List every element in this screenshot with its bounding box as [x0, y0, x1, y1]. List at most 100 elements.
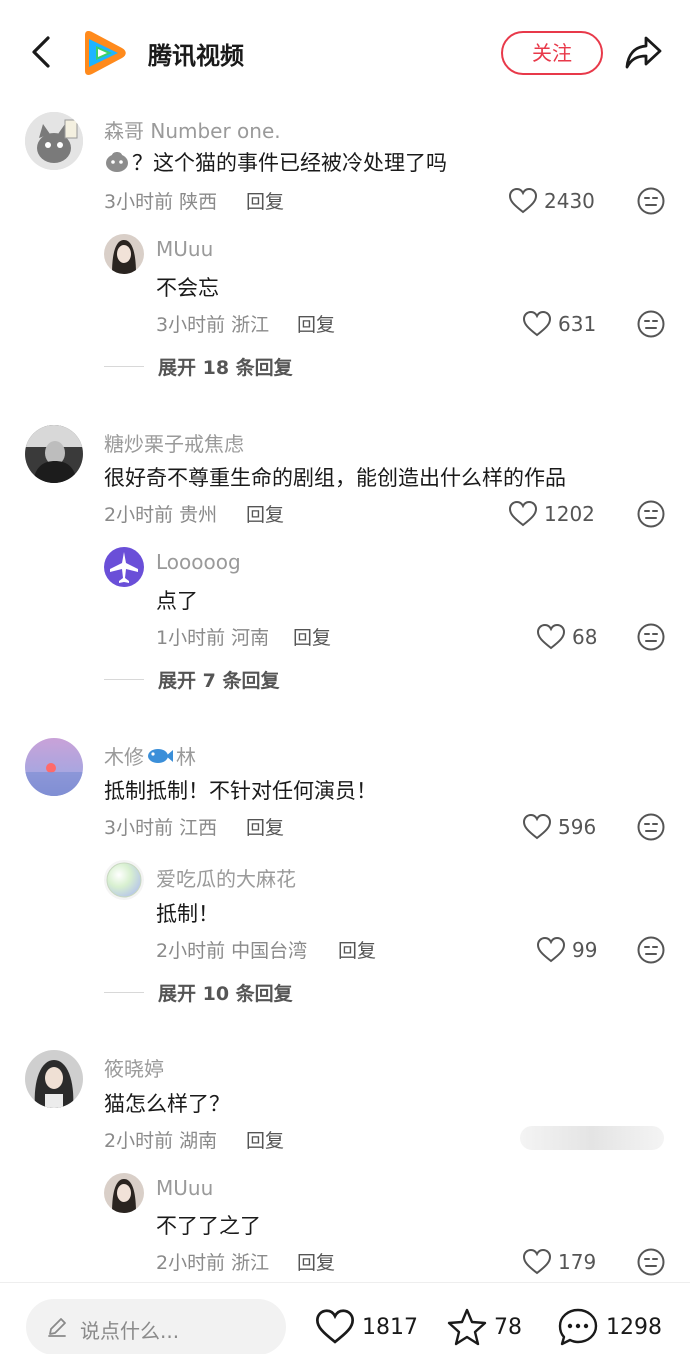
- like-button[interactable]: 2430: [508, 186, 595, 216]
- avatar[interactable]: [25, 112, 83, 170]
- reply-button[interactable]: 回复: [246, 813, 284, 840]
- person-avatar-icon: [104, 1173, 144, 1213]
- reply-meta: 3小时前 浙江: [156, 314, 270, 336]
- comment-meta: 2小时前 贵州: [104, 504, 218, 526]
- person-avatar-icon: [25, 425, 83, 483]
- username-part: 林: [176, 745, 196, 769]
- comment-text: ？这个猫的事件已经被冷处理了吗: [132, 151, 447, 175]
- bubble-avatar-icon: [104, 860, 144, 900]
- heart-icon: [522, 813, 552, 840]
- reply-meta: 1小时前 河南: [156, 627, 270, 649]
- like-button[interactable]: 179: [522, 1247, 596, 1277]
- comment-bubble-icon: [558, 1308, 598, 1346]
- back-arrow-icon[interactable]: [24, 32, 60, 72]
- comment-total-count: 1298: [606, 1314, 662, 1340]
- comment-input[interactable]: 说点什么...: [26, 1299, 286, 1354]
- reply-avatar[interactable]: [104, 547, 144, 587]
- divider: [104, 365, 144, 367]
- like-count: 1202: [544, 502, 595, 526]
- comment-meta: 2小时前 湖南: [104, 1130, 218, 1152]
- app-logo[interactable]: [78, 26, 132, 80]
- like-count: 2430: [544, 189, 595, 213]
- reply-button[interactable]: 回复: [338, 936, 376, 963]
- airplane-avatar-icon: [104, 547, 144, 587]
- loading-placeholder: [520, 1126, 664, 1150]
- avatar[interactable]: [25, 1050, 83, 1108]
- reply-button[interactable]: 回复: [297, 1248, 335, 1275]
- heart-icon: [536, 936, 566, 963]
- dislike-face-icon[interactable]: [636, 622, 666, 652]
- comment-text: 抵制抵制！不针对任何演员！: [104, 779, 377, 803]
- expand-replies-label: 展开 18 条回复: [158, 356, 293, 379]
- divider: [104, 678, 144, 680]
- like-button[interactable]: 99: [536, 935, 597, 965]
- follow-button[interactable]: 关注: [501, 31, 603, 75]
- heart-icon: [536, 623, 566, 650]
- comment-text: 很好奇不尊重生命的剧组，能创造出什么样的作品: [104, 466, 566, 490]
- comment-total-button[interactable]: 1298: [556, 1307, 662, 1347]
- reply-username[interactable]: Looooog: [156, 550, 241, 574]
- reply-meta: 2小时前 中国台湾: [156, 940, 308, 962]
- dislike-face-icon[interactable]: [636, 186, 666, 216]
- pencil-icon: [48, 1318, 66, 1337]
- reply-avatar[interactable]: [104, 1173, 144, 1213]
- expand-replies-button[interactable]: 展开 10 条回复: [104, 978, 293, 1006]
- reply-text: 不了了之了: [156, 1214, 261, 1238]
- avatar[interactable]: [25, 425, 83, 483]
- comment-meta: 3小时前 陕西: [104, 191, 218, 213]
- dislike-face-icon[interactable]: [636, 309, 666, 339]
- like-total-button[interactable]: 1817: [314, 1307, 418, 1347]
- dislike-face-icon[interactable]: [636, 1247, 666, 1277]
- reply-username[interactable]: MUuu: [156, 237, 213, 261]
- reply-username[interactable]: MUuu: [156, 1176, 213, 1200]
- dislike-face-icon[interactable]: [636, 499, 666, 529]
- reply-button[interactable]: 回复: [297, 310, 335, 337]
- share-icon[interactable]: [622, 32, 666, 72]
- like-total-count: 1817: [362, 1314, 418, 1340]
- like-button[interactable]: 631: [522, 309, 596, 339]
- reply-avatar[interactable]: [104, 234, 144, 274]
- person-avatar-icon: [25, 1050, 83, 1108]
- comment-input-placeholder: 说点什么...: [80, 1319, 180, 1343]
- dislike-face-icon[interactable]: [636, 935, 666, 965]
- reply-meta: 2小时前 浙江: [156, 1252, 270, 1274]
- person-avatar-icon: [104, 234, 144, 274]
- cat-avatar-icon: [25, 112, 83, 170]
- comment-username[interactable]: 木修 林: [104, 741, 196, 770]
- heart-icon: [508, 500, 538, 527]
- reply-text: 不会忘: [156, 276, 219, 300]
- comment-username[interactable]: 森哥 Number one.: [104, 115, 281, 144]
- comment-username[interactable]: 糖炒栗子戒焦虑: [104, 428, 244, 457]
- reply-button[interactable]: 回复: [246, 187, 284, 214]
- comment-username[interactable]: 筱晓婷: [104, 1053, 164, 1082]
- like-button[interactable]: 68: [536, 622, 597, 652]
- reply-avatar[interactable]: [104, 860, 144, 900]
- like-button[interactable]: 1202: [508, 499, 595, 529]
- heart-icon: [315, 1309, 355, 1344]
- bottom-action-bar: 说点什么... 1817 78 1298: [0, 1282, 690, 1354]
- like-count: 596: [558, 815, 597, 839]
- avatar[interactable]: [25, 738, 83, 796]
- username-part: 木修: [104, 745, 144, 769]
- comment-text: 猫怎么样了？: [104, 1092, 230, 1116]
- star-icon: [447, 1308, 487, 1346]
- favorite-count: 78: [494, 1314, 522, 1340]
- divider: [104, 991, 144, 993]
- heart-icon: [508, 187, 538, 214]
- dislike-face-icon[interactable]: [636, 812, 666, 842]
- top-bar: 腾讯视频 关注: [0, 0, 690, 104]
- like-count: 99: [572, 938, 598, 962]
- like-button[interactable]: 596: [522, 812, 596, 842]
- favorite-button[interactable]: 78: [446, 1307, 522, 1347]
- expand-replies-button[interactable]: 展开 7 条回复: [104, 665, 279, 693]
- app-name: 腾讯视频: [148, 42, 244, 70]
- expand-replies-label: 展开 10 条回复: [158, 982, 293, 1005]
- reply-button[interactable]: 回复: [293, 623, 331, 650]
- reply-button[interactable]: 回复: [246, 1126, 284, 1153]
- heart-icon: [522, 1248, 552, 1275]
- reply-button[interactable]: 回复: [246, 500, 284, 527]
- expand-replies-button[interactable]: 展开 18 条回复: [104, 352, 293, 380]
- tencent-video-logo-icon: [85, 31, 126, 75]
- reply-text: 点了: [156, 589, 198, 613]
- reply-username[interactable]: 爱吃瓜的大麻花: [156, 863, 296, 892]
